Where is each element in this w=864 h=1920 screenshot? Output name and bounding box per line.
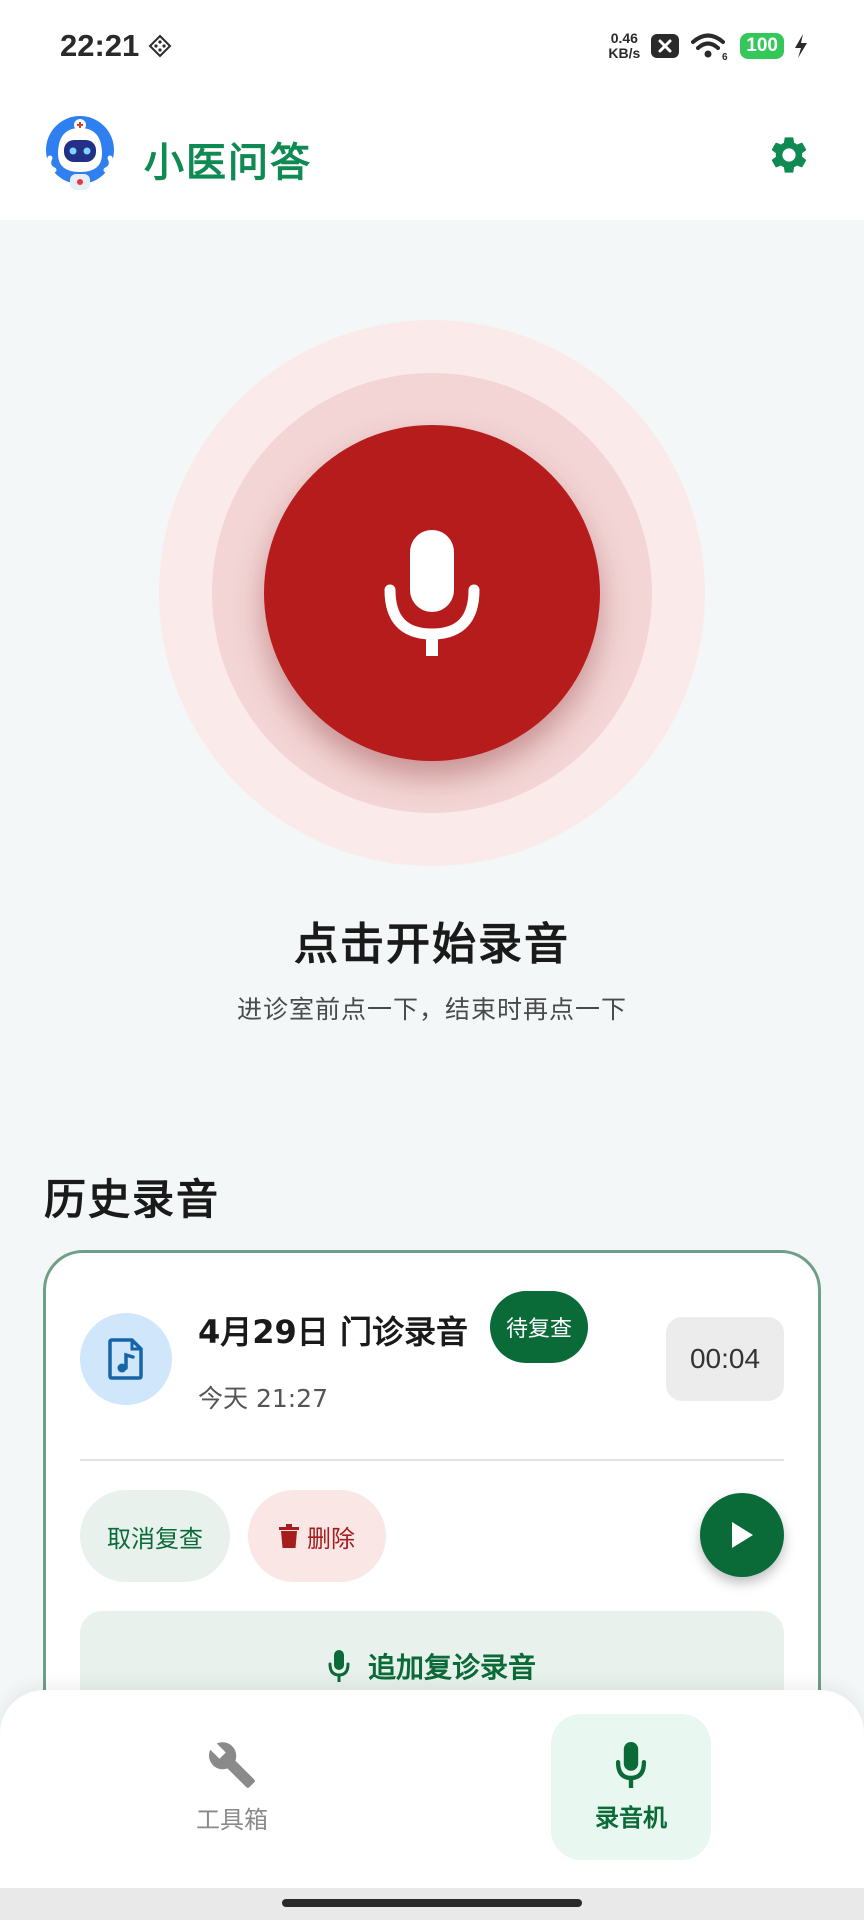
net-speed-value: 0.46 xyxy=(610,30,638,46)
nav-item-recorder[interactable]: 录音机 xyxy=(551,1714,711,1860)
close-box-icon xyxy=(651,34,680,58)
status-bar: 22:21 0.46 KB/s 6 100 xyxy=(0,0,864,92)
gear-icon xyxy=(771,137,807,173)
net-speed-unit: KB/s xyxy=(608,45,641,61)
net-speed: 0.46 KB/s xyxy=(608,31,640,61)
robot-doctor-icon xyxy=(46,116,114,190)
nav-label-toolbox: 工具箱 xyxy=(196,1805,268,1834)
microphone-icon xyxy=(615,1741,647,1788)
microphone-icon xyxy=(384,530,480,656)
record-control xyxy=(159,320,705,866)
charging-icon xyxy=(795,34,807,58)
record-button[interactable] xyxy=(264,425,600,761)
record-title: 点击开始录音 xyxy=(294,919,570,970)
location-grid-icon xyxy=(148,34,172,58)
battery-indicator: 100 xyxy=(740,33,784,59)
wrench-icon xyxy=(208,1741,255,1788)
status-indicators: 0.46 KB/s 6 100 xyxy=(608,26,808,66)
delete-button[interactable]: 删除 xyxy=(248,1490,386,1582)
status-time: 22:21 xyxy=(60,28,140,63)
recording-name: 4月29日 门诊录音 xyxy=(198,1313,468,1351)
microphone-icon xyxy=(328,1650,350,1682)
app-title: 小医问答 xyxy=(144,140,312,186)
nav-label-recorder: 录音机 xyxy=(595,1803,667,1832)
nav-item-toolbox[interactable]: 工具箱 xyxy=(152,1714,312,1860)
recording-duration: 00:04 xyxy=(666,1317,784,1401)
append-label: 追加复诊录音 xyxy=(367,1651,536,1684)
svg-text:6: 6 xyxy=(722,52,728,61)
home-indicator[interactable] xyxy=(282,1899,582,1907)
wifi-icon: 6 xyxy=(691,33,728,61)
cancel-review-button[interactable]: 取消复查 xyxy=(80,1490,230,1582)
settings-button[interactable] xyxy=(764,130,814,180)
recording-time: 今天 21:27 xyxy=(198,1384,328,1413)
app-header: 小医问答 xyxy=(0,92,864,220)
play-button[interactable] xyxy=(700,1493,784,1577)
play-icon xyxy=(732,1522,753,1548)
status-badge: 待复查 xyxy=(490,1291,588,1363)
audio-file-icon-wrap xyxy=(80,1313,172,1405)
bottom-nav: 工具箱 录音机 xyxy=(0,1690,864,1888)
card-divider xyxy=(80,1459,784,1461)
history-title: 历史录音 xyxy=(44,1175,221,1224)
record-subtitle: 进诊室前点一下，结束时再点一下 xyxy=(236,995,627,1024)
delete-label: 删除 xyxy=(307,1524,355,1553)
audio-file-icon xyxy=(108,1338,143,1380)
trash-icon xyxy=(279,1524,299,1548)
